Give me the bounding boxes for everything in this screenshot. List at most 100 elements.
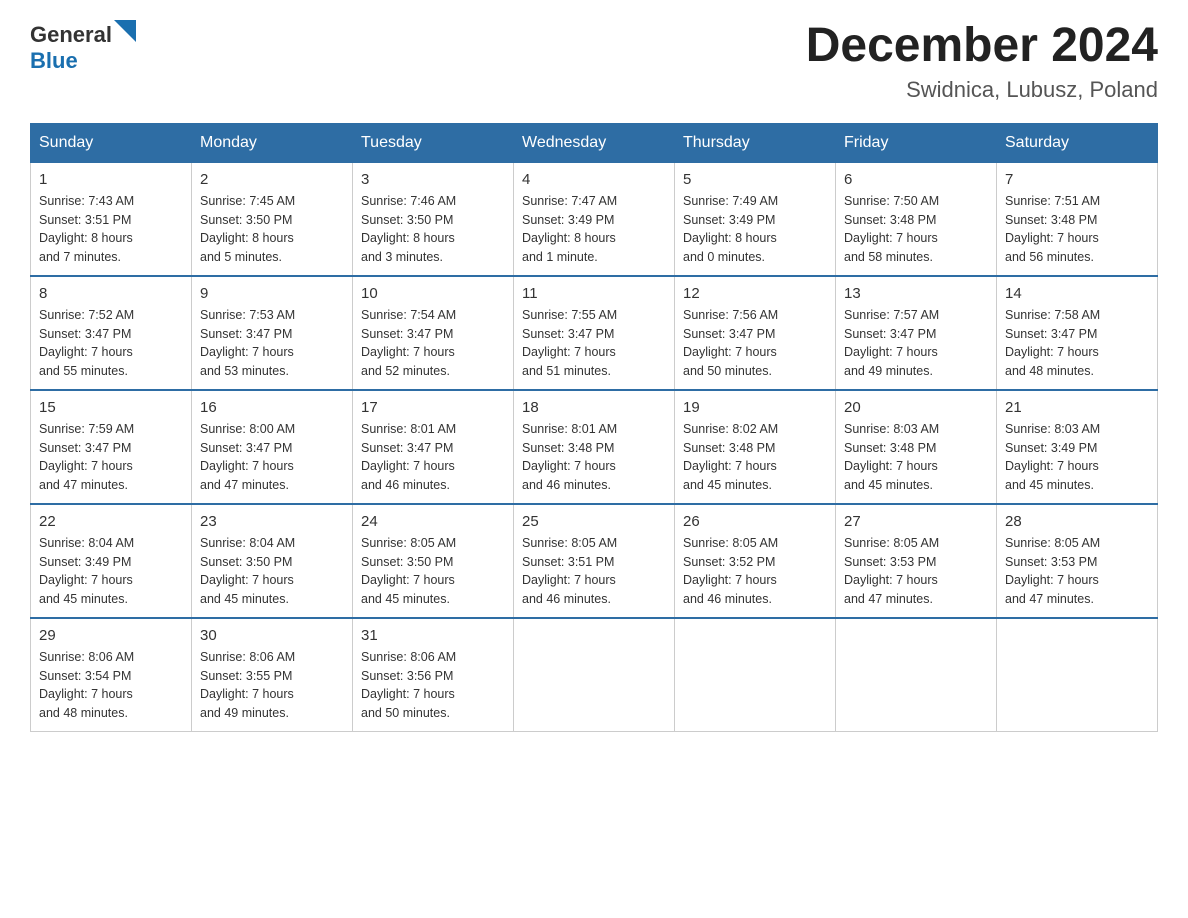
calendar-week-5: 29 Sunrise: 8:06 AMSunset: 3:54 PMDaylig… (31, 618, 1158, 732)
table-row: 19 Sunrise: 8:02 AMSunset: 3:48 PMDaylig… (675, 390, 836, 504)
day-info: Sunrise: 8:06 AMSunset: 3:54 PMDaylight:… (39, 648, 183, 723)
table-row: 8 Sunrise: 7:52 AMSunset: 3:47 PMDayligh… (31, 276, 192, 390)
table-row: 15 Sunrise: 7:59 AMSunset: 3:47 PMDaylig… (31, 390, 192, 504)
day-number: 16 (200, 399, 344, 416)
day-info: Sunrise: 7:46 AMSunset: 3:50 PMDaylight:… (361, 192, 505, 267)
day-number: 25 (522, 513, 666, 530)
day-info: Sunrise: 8:05 AMSunset: 3:51 PMDaylight:… (522, 534, 666, 609)
day-info: Sunrise: 8:02 AMSunset: 3:48 PMDaylight:… (683, 420, 827, 495)
day-info: Sunrise: 8:05 AMSunset: 3:53 PMDaylight:… (1005, 534, 1149, 609)
day-number: 28 (1005, 513, 1149, 530)
day-info: Sunrise: 8:05 AMSunset: 3:50 PMDaylight:… (361, 534, 505, 609)
day-number: 7 (1005, 171, 1149, 188)
day-number: 2 (200, 171, 344, 188)
day-info: Sunrise: 7:56 AMSunset: 3:47 PMDaylight:… (683, 306, 827, 381)
day-info: Sunrise: 7:55 AMSunset: 3:47 PMDaylight:… (522, 306, 666, 381)
day-info: Sunrise: 7:52 AMSunset: 3:47 PMDaylight:… (39, 306, 183, 381)
table-row: 20 Sunrise: 8:03 AMSunset: 3:48 PMDaylig… (836, 390, 997, 504)
table-row: 13 Sunrise: 7:57 AMSunset: 3:47 PMDaylig… (836, 276, 997, 390)
calendar-header-row: SundayMondayTuesdayWednesdayThursdayFrid… (31, 123, 1158, 162)
day-number: 11 (522, 285, 666, 302)
day-number: 30 (200, 627, 344, 644)
table-row (675, 618, 836, 732)
table-row: 16 Sunrise: 8:00 AMSunset: 3:47 PMDaylig… (192, 390, 353, 504)
table-row: 27 Sunrise: 8:05 AMSunset: 3:53 PMDaylig… (836, 504, 997, 618)
day-number: 12 (683, 285, 827, 302)
day-number: 19 (683, 399, 827, 416)
day-number: 4 (522, 171, 666, 188)
day-number: 26 (683, 513, 827, 530)
table-row: 1 Sunrise: 7:43 AMSunset: 3:51 PMDayligh… (31, 162, 192, 276)
day-info: Sunrise: 7:49 AMSunset: 3:49 PMDaylight:… (683, 192, 827, 267)
day-info: Sunrise: 8:01 AMSunset: 3:47 PMDaylight:… (361, 420, 505, 495)
day-info: Sunrise: 7:53 AMSunset: 3:47 PMDaylight:… (200, 306, 344, 381)
day-number: 31 (361, 627, 505, 644)
col-header-monday: Monday (192, 123, 353, 162)
day-number: 6 (844, 171, 988, 188)
table-row: 30 Sunrise: 8:06 AMSunset: 3:55 PMDaylig… (192, 618, 353, 732)
day-info: Sunrise: 7:45 AMSunset: 3:50 PMDaylight:… (200, 192, 344, 267)
col-header-saturday: Saturday (997, 123, 1158, 162)
calendar-week-2: 8 Sunrise: 7:52 AMSunset: 3:47 PMDayligh… (31, 276, 1158, 390)
day-info: Sunrise: 7:57 AMSunset: 3:47 PMDaylight:… (844, 306, 988, 381)
calendar-week-4: 22 Sunrise: 8:04 AMSunset: 3:49 PMDaylig… (31, 504, 1158, 618)
day-info: Sunrise: 7:59 AMSunset: 3:47 PMDaylight:… (39, 420, 183, 495)
day-info: Sunrise: 8:03 AMSunset: 3:49 PMDaylight:… (1005, 420, 1149, 495)
month-title: December 2024 (806, 20, 1158, 73)
table-row: 24 Sunrise: 8:05 AMSunset: 3:50 PMDaylig… (353, 504, 514, 618)
day-info: Sunrise: 8:01 AMSunset: 3:48 PMDaylight:… (522, 420, 666, 495)
table-row: 25 Sunrise: 8:05 AMSunset: 3:51 PMDaylig… (514, 504, 675, 618)
logo-text: General Blue (30, 20, 136, 74)
day-number: 21 (1005, 399, 1149, 416)
calendar-week-1: 1 Sunrise: 7:43 AMSunset: 3:51 PMDayligh… (31, 162, 1158, 276)
day-number: 22 (39, 513, 183, 530)
table-row: 12 Sunrise: 7:56 AMSunset: 3:47 PMDaylig… (675, 276, 836, 390)
col-header-friday: Friday (836, 123, 997, 162)
table-row: 21 Sunrise: 8:03 AMSunset: 3:49 PMDaylig… (997, 390, 1158, 504)
table-row (514, 618, 675, 732)
day-number: 27 (844, 513, 988, 530)
table-row: 9 Sunrise: 7:53 AMSunset: 3:47 PMDayligh… (192, 276, 353, 390)
day-number: 5 (683, 171, 827, 188)
table-row: 31 Sunrise: 8:06 AMSunset: 3:56 PMDaylig… (353, 618, 514, 732)
col-header-tuesday: Tuesday (353, 123, 514, 162)
day-number: 29 (39, 627, 183, 644)
logo-triangle-icon (114, 20, 136, 42)
logo: General Blue (30, 20, 136, 74)
table-row: 10 Sunrise: 7:54 AMSunset: 3:47 PMDaylig… (353, 276, 514, 390)
day-number: 9 (200, 285, 344, 302)
day-info: Sunrise: 8:05 AMSunset: 3:52 PMDaylight:… (683, 534, 827, 609)
day-number: 24 (361, 513, 505, 530)
table-row: 22 Sunrise: 8:04 AMSunset: 3:49 PMDaylig… (31, 504, 192, 618)
day-info: Sunrise: 8:05 AMSunset: 3:53 PMDaylight:… (844, 534, 988, 609)
table-row: 23 Sunrise: 8:04 AMSunset: 3:50 PMDaylig… (192, 504, 353, 618)
day-info: Sunrise: 8:03 AMSunset: 3:48 PMDaylight:… (844, 420, 988, 495)
day-number: 13 (844, 285, 988, 302)
day-info: Sunrise: 8:06 AMSunset: 3:55 PMDaylight:… (200, 648, 344, 723)
calendar-week-3: 15 Sunrise: 7:59 AMSunset: 3:47 PMDaylig… (31, 390, 1158, 504)
logo-blue: Blue (30, 48, 78, 73)
day-number: 3 (361, 171, 505, 188)
day-number: 8 (39, 285, 183, 302)
table-row: 6 Sunrise: 7:50 AMSunset: 3:48 PMDayligh… (836, 162, 997, 276)
day-number: 1 (39, 171, 183, 188)
logo-general: General (30, 22, 112, 47)
col-header-thursday: Thursday (675, 123, 836, 162)
day-info: Sunrise: 7:58 AMSunset: 3:47 PMDaylight:… (1005, 306, 1149, 381)
day-info: Sunrise: 7:51 AMSunset: 3:48 PMDaylight:… (1005, 192, 1149, 267)
table-row: 14 Sunrise: 7:58 AMSunset: 3:47 PMDaylig… (997, 276, 1158, 390)
table-row: 17 Sunrise: 8:01 AMSunset: 3:47 PMDaylig… (353, 390, 514, 504)
day-info: Sunrise: 7:50 AMSunset: 3:48 PMDaylight:… (844, 192, 988, 267)
day-info: Sunrise: 7:47 AMSunset: 3:49 PMDaylight:… (522, 192, 666, 267)
day-info: Sunrise: 7:54 AMSunset: 3:47 PMDaylight:… (361, 306, 505, 381)
table-row: 29 Sunrise: 8:06 AMSunset: 3:54 PMDaylig… (31, 618, 192, 732)
day-info: Sunrise: 8:04 AMSunset: 3:50 PMDaylight:… (200, 534, 344, 609)
day-number: 20 (844, 399, 988, 416)
day-number: 14 (1005, 285, 1149, 302)
table-row: 4 Sunrise: 7:47 AMSunset: 3:49 PMDayligh… (514, 162, 675, 276)
day-info: Sunrise: 7:43 AMSunset: 3:51 PMDaylight:… (39, 192, 183, 267)
day-number: 10 (361, 285, 505, 302)
day-number: 15 (39, 399, 183, 416)
table-row: 11 Sunrise: 7:55 AMSunset: 3:47 PMDaylig… (514, 276, 675, 390)
table-row: 18 Sunrise: 8:01 AMSunset: 3:48 PMDaylig… (514, 390, 675, 504)
